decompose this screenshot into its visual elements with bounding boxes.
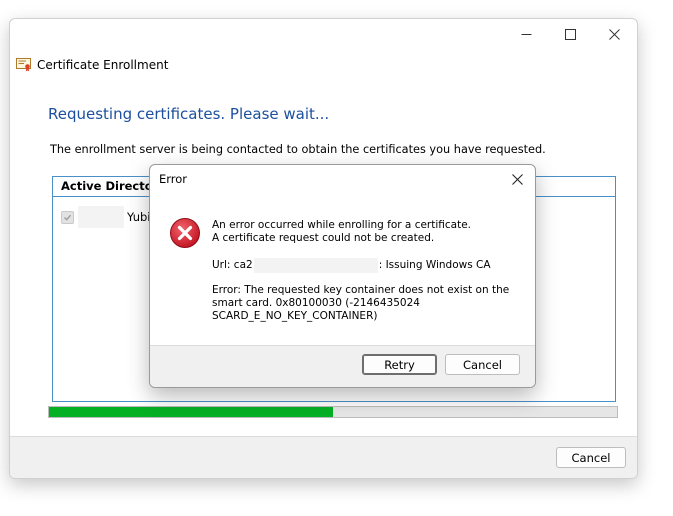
dialog-cancel-button[interactable]: Cancel xyxy=(445,354,520,375)
close-icon xyxy=(511,173,523,185)
minimize-icon xyxy=(521,33,531,35)
url-prefix: Url: ca2 xyxy=(212,259,253,272)
error-detail-line3: SCARD_E_NO_KEY_CONTAINER) xyxy=(212,310,378,322)
dialog-title: Error xyxy=(159,172,188,186)
error-dialog: Error An error occurred while enrolling … xyxy=(149,164,536,388)
redacted-area xyxy=(253,258,378,273)
maximize-icon xyxy=(564,28,576,40)
retry-button[interactable]: Retry xyxy=(362,354,437,375)
policy-checkbox[interactable] xyxy=(61,210,74,224)
redacted-area xyxy=(78,206,124,228)
progress-fill xyxy=(49,407,333,417)
app-title-row: Certificate Enrollment xyxy=(16,56,168,74)
maximize-button[interactable] xyxy=(548,19,592,49)
window-footer: Cancel xyxy=(10,436,637,478)
dialog-close-button[interactable] xyxy=(502,167,532,191)
app-title: Certificate Enrollment xyxy=(37,58,169,72)
checkmark-icon xyxy=(64,214,71,221)
url-suffix: : Issuing Windows CA xyxy=(378,259,491,272)
error-detail-line1: Error: The requested key container does … xyxy=(212,284,510,296)
error-icon xyxy=(170,218,200,248)
dialog-footer: Retry Cancel xyxy=(150,345,535,387)
certificate-icon xyxy=(16,58,31,72)
policy-item: Yubil xyxy=(61,206,154,228)
error-detail-line2: smart card. 0x80100030 (-2146435024 xyxy=(212,297,420,309)
main-cancel-button[interactable]: Cancel xyxy=(556,447,626,468)
window-close-button[interactable] xyxy=(592,19,636,49)
minimize-button[interactable] xyxy=(504,19,548,49)
error-url-line: Url: ca2 : Issuing Windows CA xyxy=(212,258,491,273)
page-heading: Requesting certificates. Please wait... xyxy=(48,105,330,123)
error-message-line2: A certificate request could not be creat… xyxy=(212,232,435,244)
enrollment-progress-bar xyxy=(48,406,618,418)
error-message-line1: An error occurred while enrolling for a … xyxy=(212,219,472,231)
description-text: The enrollment server is being contacted… xyxy=(50,143,546,156)
close-icon xyxy=(608,28,620,40)
